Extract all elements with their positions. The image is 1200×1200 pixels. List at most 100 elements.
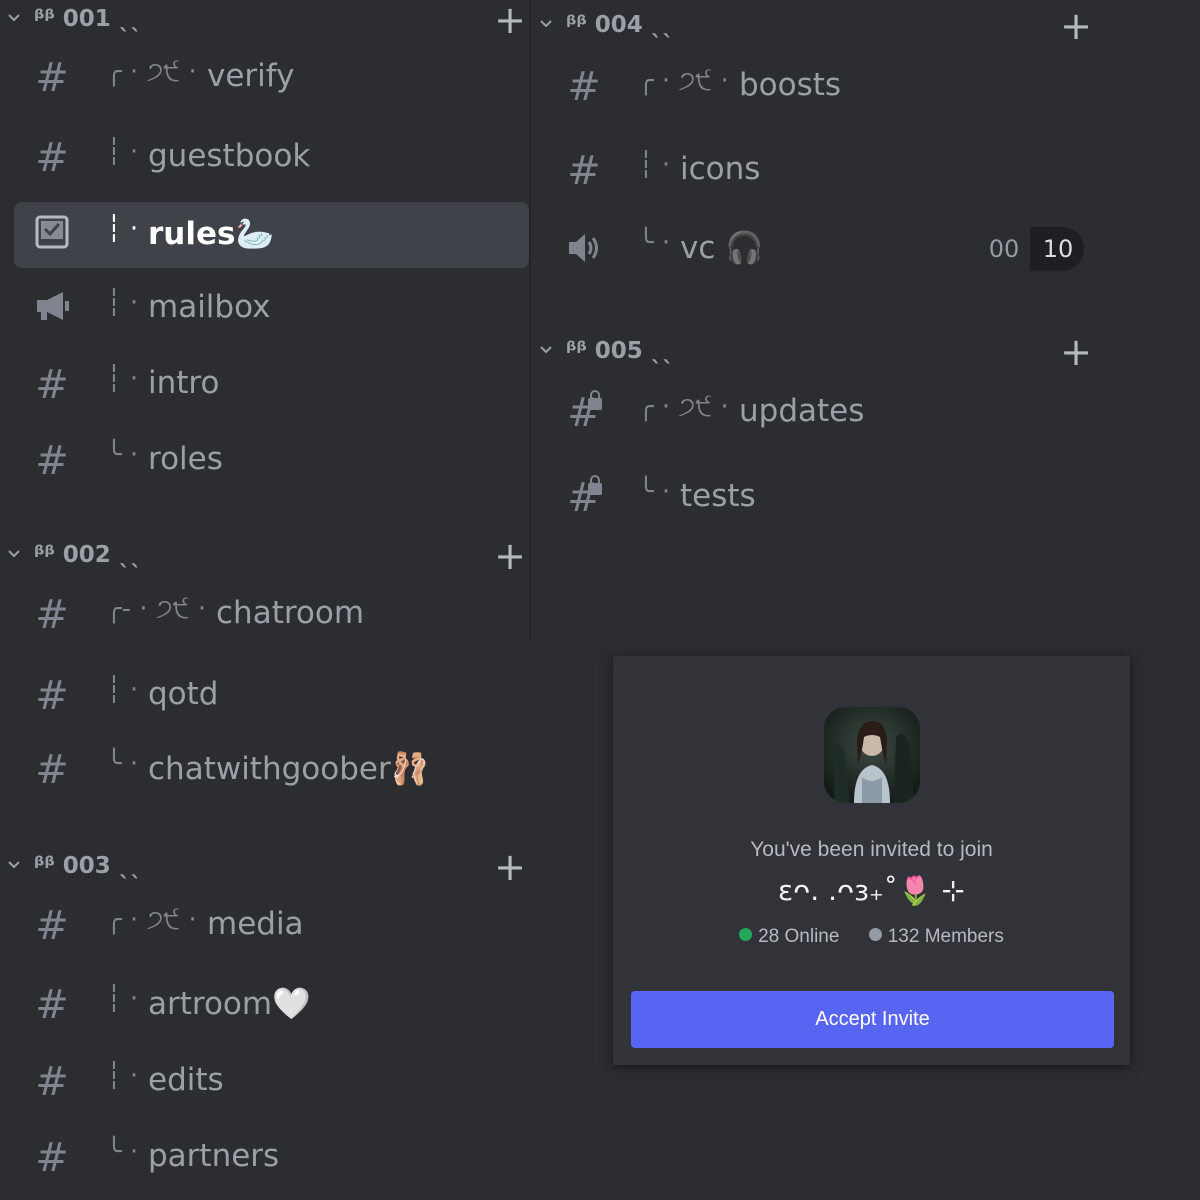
channel-name: intro [148,365,220,401]
hash-icon: # [35,1059,69,1105]
channel-item[interactable]: # ╰ · roles [14,428,529,494]
channel-name: updates [739,393,865,429]
channel-list-right: ᵝᵝ 004 ˎˎ + # ╭ · ੭੯ · boosts # ┆ · icons ╰ · vc … [532,0,1200,640]
channel-name: icons [680,151,761,187]
channel-tree-prefix: ╭ · ੭੯ · [638,392,729,422]
online-stat: 28 Online [739,926,839,947]
channel-tree-prefix: ╰ · [106,440,139,470]
category-header[interactable]: ᵝᵝ 002 ˎˎ + [0,537,530,578]
lock-icon [588,475,602,495]
channel-item[interactable]: # ╭ · ੭੯ · verify [14,45,529,111]
chevron-down-icon[interactable] [6,857,22,873]
channel-item[interactable]: # ╭ · ੭੯ · media [14,893,529,959]
add-channel-icon[interactable]: + [494,537,526,575]
category-name: ᵝᵝ 005 ˎˎ [566,338,674,364]
channel-name: roles [148,441,223,477]
hash-icon: # [35,438,69,484]
channel-name: artroom🤍 [148,986,311,1022]
members-dot-icon [868,928,882,941]
channel-tree-prefix: ╰ · [638,477,671,507]
members-stat: 132 Members [868,926,1004,947]
channel-tree-prefix: ╰ · [106,749,139,779]
channel-tree-prefix: ┆ · [106,675,139,705]
channel-tree-prefix: ┆ · [106,364,139,394]
locked-hash-icon: # [567,475,602,521]
channel-list-left: ᵝᵝ 001 ˎˎ + # ╭ · ੭੯ · verify # ┆ · guestbook ┆ … [0,0,530,1200]
category-header[interactable]: ᵝᵝ 003 ˎˎ + [0,848,530,889]
channel-name: tests [680,478,756,514]
hash-icon: # [35,592,69,638]
channel-name: chatroom [216,595,365,631]
voice-user-count: 00 10 [978,227,1084,271]
category-name: ᵝᵝ 002 ˎˎ [34,542,142,568]
chevron-down-icon[interactable] [538,16,554,32]
channel-name: partners [148,1138,280,1174]
channel-tree-prefix: ╭ · ੭੯ · [106,905,197,935]
server-avatar-image [824,707,920,803]
channel-tree-prefix: ┆ · [106,288,139,318]
category-header[interactable]: ᵝᵝ 005 ˎˎ + [532,333,1092,374]
hash-icon: # [35,673,69,719]
announcement-icon [32,289,72,329]
channel-name: guestbook [148,138,311,174]
channel-name: media [207,906,304,942]
online-dot-icon [739,928,753,941]
member-count: 132 Members [887,926,1004,947]
chevron-down-icon[interactable] [6,546,22,562]
add-channel-icon[interactable]: + [1060,7,1092,45]
hash-icon: # [567,148,601,194]
channel-item[interactable]: ┆ · mailbox [14,276,529,342]
hash-icon: # [35,903,69,949]
invite-heading: You've been invited to join [750,838,993,861]
server-stats: 28 Online 132 Members [613,926,1130,948]
channel-item[interactable]: # ╰ · partners [14,1125,529,1191]
hash-icon: # [35,135,69,181]
channel-item[interactable]: # ╭ · ੭੯ · boosts [546,54,1106,120]
channel-tree-prefix: ╭ · ੭੯ · [638,66,729,96]
channel-item[interactable]: # ┆ · intro [14,352,529,418]
hash-icon: # [567,64,601,110]
channel-tree-prefix: ┆ · [106,137,139,167]
channel-item[interactable]: # ╰ · chatwithgoober🩰 [14,737,529,803]
category-name: ᵝᵝ 001 ˎˎ [34,6,142,32]
accept-invite-button[interactable]: Accept Invite [631,991,1114,1048]
channel-item[interactable]: # ╭- · ੭੯ · chatroom [14,582,529,648]
channel-tree-prefix: ╰ · [638,228,671,258]
channel-item[interactable]: # ┆ · artroom🤍 [14,972,529,1038]
channel-item[interactable]: # ┆ · guestbook [14,125,529,191]
rules-icon [32,215,72,255]
channel-name: qotd [148,676,219,712]
channel-name: edits [148,1062,224,1098]
hash-icon: # [35,362,69,408]
channel-name: boosts [739,67,842,103]
add-channel-icon[interactable]: + [1060,333,1092,371]
server-icon[interactable] [824,707,920,803]
channel-item[interactable]: ┆ · rules🦢 [14,202,529,268]
hash-icon: # [35,1135,69,1181]
channel-tree-prefix: ╭- · ੭੯ · [106,594,207,624]
channel-name: mailbox [148,289,271,325]
column-divider [529,0,531,640]
channel-item[interactable]: # ╰ · tests [546,465,1106,531]
channel-tree-prefix: ╭ · ੭੯ · [106,57,197,87]
voice-limit-count: 10 [1042,235,1074,263]
add-channel-icon[interactable]: + [494,848,526,886]
channel-item[interactable]: # ╭ · ੭੯ · updates [546,380,1106,446]
category-header[interactable]: ᵝᵝ 001 ˎˎ + [0,1,530,42]
channel-item[interactable]: # ┆ · icons [546,138,1106,204]
voice-current-count: 00 [978,227,1030,271]
channel-tree-prefix: ┆ · [638,150,671,180]
channel-tree-prefix: ╰ · [106,1137,139,1167]
channel-item[interactable]: ╰ · vc 🎧 00 10 [546,216,1106,282]
chevron-down-icon[interactable] [538,342,554,358]
add-channel-icon[interactable]: + [494,1,526,39]
hash-icon: # [35,747,69,793]
channel-name: rules🦢 [148,216,275,252]
online-count: 28 Online [758,926,840,947]
channel-item[interactable]: # ┆ · edits [14,1049,529,1115]
server-name: εᴖ. .ᴖз₊˚🌷 ⊹ [778,874,965,907]
channel-item[interactable]: # ┆ · qotd [14,663,529,729]
category-header[interactable]: ᵝᵝ 004 ˎˎ + [532,7,1092,48]
category-name: ᵝᵝ 003 ˎˎ [34,853,142,879]
chevron-down-icon[interactable] [6,10,22,26]
